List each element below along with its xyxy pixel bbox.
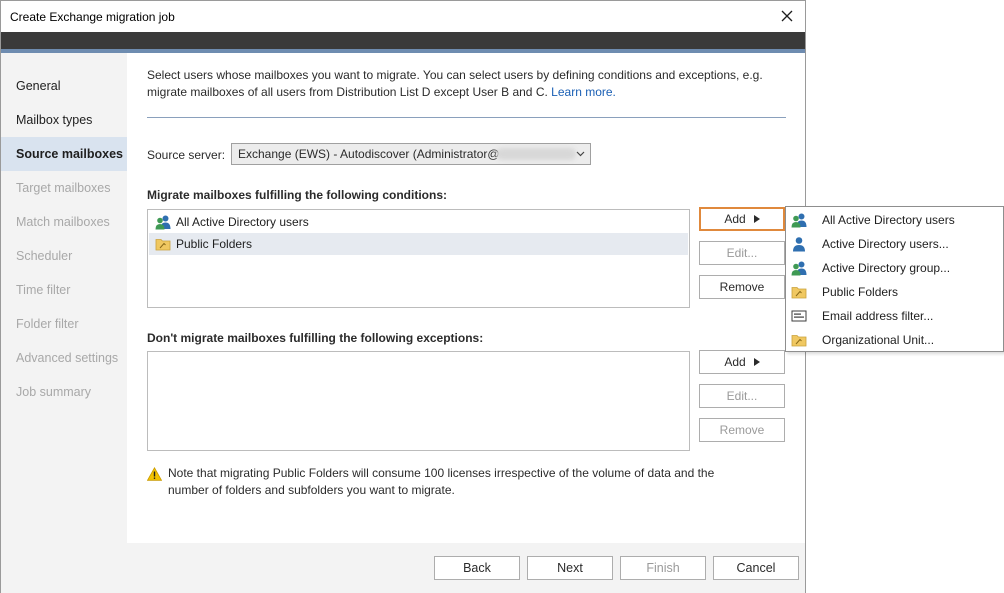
nav-item-source-mailboxes[interactable]: Source mailboxes <box>1 137 127 171</box>
warning-icon <box>147 467 162 481</box>
org-unit-icon <box>791 335 807 347</box>
chevron-down-icon <box>576 151 585 157</box>
intro-description: Select users whose mailboxes you want to… <box>147 68 763 99</box>
users-icon <box>155 215 171 230</box>
remove-condition-button[interactable]: Remove <box>699 275 785 299</box>
conditions-list[interactable]: All Active Directory users Public Folder… <box>147 209 690 308</box>
nav-item-match-mailboxes: Match mailboxes <box>16 215 110 229</box>
next-button[interactable]: Next <box>527 556 613 580</box>
source-server-select[interactable]: Exchange (EWS) - Autodiscover (Administr… <box>231 143 591 165</box>
source-server-value: Exchange (EWS) - Autodiscover (Administr… <box>238 147 500 161</box>
exceptions-list[interactable] <box>147 351 690 451</box>
nav-item-advanced-settings: Advanced settings <box>16 351 119 365</box>
menu-item-org-unit[interactable]: Organizational Unit... <box>787 328 1003 352</box>
add-exception-label: Add <box>724 355 746 369</box>
conditions-heading: Migrate mailboxes fulfilling the followi… <box>147 188 447 202</box>
list-item-label: Public Folders <box>176 237 253 251</box>
close-icon[interactable] <box>777 6 797 26</box>
list-item[interactable]: Public Folders <box>149 233 688 255</box>
header-band <box>1 32 805 49</box>
user-icon <box>793 237 805 252</box>
nav-item-general[interactable]: General <box>1 69 127 103</box>
exceptions-heading: Don't migrate mailboxes fulfilling the f… <box>147 331 484 345</box>
nav-item-job-summary: Job summary <box>16 385 92 399</box>
edit-condition-button[interactable]: Edit... <box>699 241 785 265</box>
back-button[interactable]: Back <box>434 556 520 580</box>
list-item-label: All Active Directory users <box>176 215 309 229</box>
nav-item-folder-filter: Folder filter <box>16 317 79 331</box>
wizard-steps-sidebar: General Mailbox types Source mailboxes T… <box>1 53 127 593</box>
step-content: Select users whose mailboxes you want to… <box>127 53 805 543</box>
menu-item-public-folders[interactable]: Public Folders <box>787 280 1003 304</box>
cancel-button[interactable]: Cancel <box>713 556 799 580</box>
menu-item-label: Organizational Unit... <box>822 333 935 347</box>
nav-item-target-mailboxes: Target mailboxes <box>16 181 111 195</box>
menu-item-ad-group[interactable]: Active Directory group... <box>787 256 1003 280</box>
nav-item-scheduler: Scheduler <box>16 249 73 263</box>
caret-right-icon <box>753 358 760 366</box>
window-title: Create Exchange migration job <box>10 10 175 24</box>
add-exception-button[interactable]: Add <box>699 350 785 374</box>
intro-text: Select users whose mailboxes you want to… <box>147 67 787 101</box>
caret-right-icon <box>753 215 760 223</box>
learn-more-link[interactable]: Learn more. <box>551 85 616 99</box>
redacted-region <box>496 148 576 160</box>
finish-button[interactable]: Finish <box>620 556 706 580</box>
group-icon <box>791 261 807 276</box>
users-icon <box>791 213 807 228</box>
menu-item-ad-users[interactable]: Active Directory users... <box>787 232 1003 256</box>
create-migration-job-dialog: Create Exchange migration job General Ma… <box>0 0 806 593</box>
menu-item-all-ad-users[interactable]: All Active Directory users <box>787 208 1003 232</box>
remove-exception-button[interactable]: Remove <box>699 418 785 442</box>
menu-item-label: All Active Directory users <box>822 213 955 227</box>
list-item[interactable]: All Active Directory users <box>149 211 688 233</box>
title-bar: Create Exchange migration job <box>1 1 805 32</box>
menu-item-label: Active Directory users... <box>822 237 949 251</box>
divider <box>147 117 786 118</box>
menu-item-label: Public Folders <box>822 285 899 299</box>
add-condition-menu: All Active Directory users Active Direct… <box>785 206 1004 352</box>
nav-item-mailbox-types[interactable]: Mailbox types <box>1 103 127 137</box>
add-condition-label: Add <box>724 212 746 226</box>
public-folder-icon <box>155 239 171 251</box>
edit-exception-button[interactable]: Edit... <box>699 384 785 408</box>
add-condition-button[interactable]: Add <box>699 207 785 231</box>
wizard-footer: Back Next Finish Cancel <box>127 543 805 593</box>
email-filter-icon <box>791 310 807 322</box>
public-folders-license-note: Note that migrating Public Folders will … <box>168 466 715 497</box>
menu-item-label: Active Directory group... <box>822 261 951 275</box>
menu-item-label: Email address filter... <box>822 309 934 323</box>
nav-item-time-filter: Time filter <box>16 283 71 297</box>
menu-item-email-filter[interactable]: Email address filter... <box>787 304 1003 328</box>
public-folder-icon <box>791 287 807 299</box>
source-server-label: Source server: <box>147 148 226 162</box>
